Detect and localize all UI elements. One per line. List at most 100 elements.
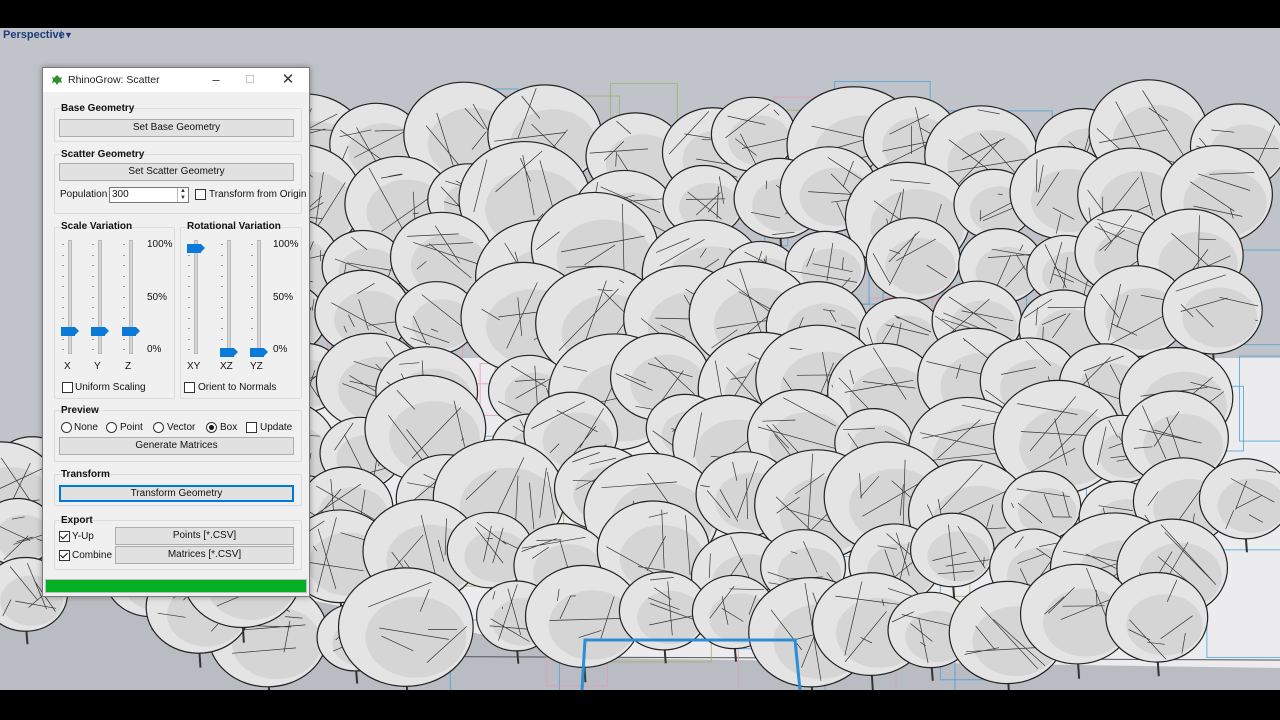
preview-vector-radio[interactable] bbox=[153, 422, 164, 433]
rotation-slider-tick bbox=[188, 338, 190, 340]
rotation-slider-tick bbox=[251, 328, 253, 329]
scale-slider-tick bbox=[92, 265, 94, 266]
export-heading: Export bbox=[61, 515, 93, 526]
rotation-slider-thumb-yz[interactable] bbox=[250, 348, 268, 357]
scale-tick-50: 50% bbox=[147, 292, 168, 303]
rotation-slider-track-xy[interactable] bbox=[194, 240, 198, 354]
viewport-menu-arrow-icon[interactable]: ▼ bbox=[60, 29, 73, 40]
scale-slider-tick bbox=[62, 275, 64, 277]
uniform-scaling-checkbox[interactable] bbox=[62, 382, 73, 393]
leaf-icon bbox=[52, 75, 62, 85]
rotation-slider-thumb-xy[interactable] bbox=[187, 244, 205, 253]
preview-none-radio[interactable] bbox=[61, 422, 72, 433]
preview-point-radio[interactable] bbox=[106, 422, 117, 433]
update-label: Update bbox=[260, 422, 293, 433]
scale-slider-tick bbox=[92, 296, 94, 298]
scale-slider-thumb-y[interactable] bbox=[91, 327, 109, 337]
scale-slider-label-x: X bbox=[64, 361, 71, 372]
orient-to-normals-checkbox[interactable] bbox=[184, 382, 195, 393]
progress-bar bbox=[45, 579, 307, 593]
scale-slider-tick bbox=[123, 244, 125, 245]
scale-variation-heading: Scale Variation bbox=[61, 221, 133, 232]
export-matrices-button[interactable]: Matrices [*.CSV] bbox=[115, 546, 294, 564]
transform-heading: Transform bbox=[61, 469, 110, 480]
scale-slider-tick bbox=[123, 265, 125, 266]
update-checkbox[interactable] bbox=[246, 422, 257, 433]
scale-slider-tick bbox=[92, 254, 94, 256]
scale-slider-tick bbox=[123, 254, 125, 256]
scale-slider-tick bbox=[92, 275, 94, 277]
rotation-slider-track-yz[interactable] bbox=[257, 240, 261, 354]
rotation-slider-tick bbox=[251, 296, 253, 298]
population-stepper[interactable]: 300 ▲ ▼ bbox=[109, 187, 189, 203]
rotation-slider-tick bbox=[221, 338, 223, 340]
progress-bar-fill bbox=[46, 580, 306, 592]
scale-slider-tick bbox=[62, 286, 64, 287]
rotation-slider-tick bbox=[188, 254, 190, 256]
transform-from-origin-checkbox[interactable] bbox=[195, 189, 206, 200]
scale-slider-tick bbox=[92, 317, 94, 319]
close-icon[interactable]: ✕ bbox=[271, 68, 305, 92]
scale-slider-tick bbox=[62, 265, 64, 266]
maximize-icon[interactable]: ☐ bbox=[233, 68, 267, 92]
rotation-tick-50: 50% bbox=[273, 292, 294, 303]
rotation-slider-tick bbox=[188, 286, 190, 287]
scale-slider-tick bbox=[62, 307, 64, 308]
scale-slider-label-y: Y bbox=[94, 361, 101, 372]
set-base-geometry-button[interactable]: Set Base Geometry bbox=[59, 119, 294, 137]
preview-box-radio[interactable] bbox=[206, 422, 217, 433]
preview-point-label: Point bbox=[120, 422, 143, 433]
viewport-title[interactable]: Perspective bbox=[3, 29, 65, 41]
population-value[interactable]: 300 bbox=[112, 189, 129, 200]
scale-slider-tick bbox=[62, 349, 64, 350]
rotation-slider-label-xz: XZ bbox=[220, 361, 233, 372]
scale-slider-tick bbox=[123, 317, 125, 319]
rotation-slider-tick bbox=[251, 307, 253, 308]
scale-slider-track-z[interactable] bbox=[129, 240, 133, 354]
scale-slider-track-x[interactable] bbox=[68, 240, 72, 354]
scale-slider-tick bbox=[92, 286, 94, 287]
rotation-slider-tick bbox=[221, 265, 223, 266]
rotation-slider-tick bbox=[221, 328, 223, 329]
dialog-titlebar[interactable]: RhinoGrow: Scatter – ☐ ✕ bbox=[43, 68, 309, 92]
top-black-bar bbox=[0, 0, 1280, 28]
rotation-slider-track-xz[interactable] bbox=[227, 240, 231, 354]
uniform-scaling-label: Uniform Scaling bbox=[75, 382, 146, 393]
scale-slider-tick bbox=[62, 254, 64, 256]
scale-slider-tick bbox=[123, 296, 125, 298]
scale-slider-track-y[interactable] bbox=[98, 240, 102, 354]
stepper-arrows-icon[interactable]: ▲ ▼ bbox=[177, 188, 188, 202]
rotation-slider-tick bbox=[221, 275, 223, 277]
rotation-slider-tick bbox=[251, 338, 253, 340]
rotation-slider-tick bbox=[221, 254, 223, 256]
combine-checkbox[interactable] bbox=[59, 550, 70, 561]
rotation-tick-0: 0% bbox=[273, 344, 288, 355]
transform-geometry-button[interactable]: Transform Geometry bbox=[59, 485, 294, 502]
rotation-slider-tick bbox=[188, 265, 190, 266]
export-points-button[interactable]: Points [*.CSV] bbox=[115, 527, 294, 545]
set-scatter-geometry-button[interactable]: Set Scatter Geometry bbox=[59, 163, 294, 181]
scale-slider-tick bbox=[92, 244, 94, 245]
rotation-slider-thumb-xz[interactable] bbox=[220, 348, 238, 357]
base-geometry-heading: Base Geometry bbox=[61, 103, 135, 114]
y-up-checkbox[interactable] bbox=[59, 531, 70, 542]
scale-tick-100: 100% bbox=[147, 239, 173, 250]
scale-slider-tick bbox=[92, 338, 94, 340]
minimize-icon[interactable]: – bbox=[199, 68, 233, 92]
scale-slider-thumb-z[interactable] bbox=[122, 327, 140, 337]
combine-label: Combine bbox=[72, 550, 113, 561]
y-up-label: Y-Up bbox=[72, 531, 94, 542]
generate-matrices-button[interactable]: Generate Matrices bbox=[59, 437, 294, 455]
scale-slider-thumb-x[interactable] bbox=[61, 327, 79, 337]
rotation-slider-tick bbox=[221, 286, 223, 287]
bottom-black-bar bbox=[0, 690, 1280, 720]
preview-heading: Preview bbox=[61, 405, 99, 416]
scatter-geometry-heading: Scatter Geometry bbox=[61, 149, 145, 160]
rotation-slider-tick bbox=[251, 275, 253, 277]
rotation-slider-tick bbox=[188, 349, 190, 350]
scale-slider-tick bbox=[123, 338, 125, 340]
scale-variation-group bbox=[54, 227, 175, 399]
scale-slider-tick bbox=[123, 349, 125, 350]
scale-slider-tick bbox=[123, 307, 125, 308]
rotation-slider-tick bbox=[251, 317, 253, 319]
